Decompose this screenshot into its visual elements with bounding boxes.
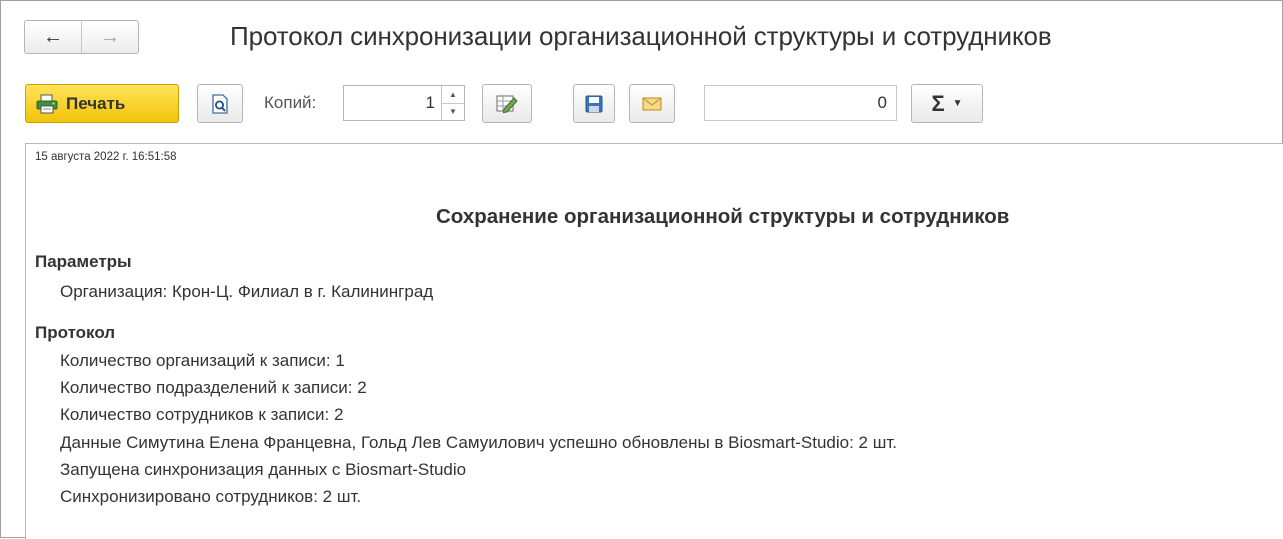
report-date: 15 августа 2022 г. 16:51:58 (35, 151, 177, 163)
protocol-line: Запущена синхронизация данных с Biosmart… (60, 460, 467, 479)
protocol-line: Количество подразделений к записи: 2 (60, 378, 367, 397)
parameters-section-title: Параметры (35, 252, 132, 271)
sum-button[interactable]: Σ ▼ (911, 84, 983, 123)
report-heading: Сохранение организационной структуры и с… (436, 205, 1010, 228)
print-label: Печать (66, 93, 126, 113)
printer-icon (36, 94, 58, 114)
preview-button[interactable] (197, 84, 243, 123)
protocol-line: Синхронизировано сотрудников: 2 шт. (60, 487, 362, 506)
sum-field[interactable]: 0 (704, 85, 897, 121)
spin-down-button[interactable]: ▼ (442, 104, 464, 121)
protocol-section-title: Протокол (35, 323, 116, 342)
spin-up-button[interactable]: ▲ (442, 86, 464, 104)
back-button[interactable]: ← (25, 21, 82, 53)
copies-spinner: ▲ ▼ (441, 86, 464, 120)
preview-magnifier-icon (211, 93, 229, 114)
protocol-line: Количество сотрудников к записи: 2 (60, 405, 344, 424)
report-document[interactable]: 15 августа 2022 г. 16:51:58 Сохранение о… (25, 143, 1283, 539)
floppy-disk-icon (585, 95, 603, 113)
edit-button[interactable] (482, 84, 532, 123)
copies-label: Копий: (264, 93, 317, 112)
email-button[interactable] (629, 84, 675, 123)
sigma-icon: Σ (931, 90, 945, 116)
parameter-line: Организация: Крон-Ц. Филиал в г. Калинин… (60, 282, 434, 301)
chevron-down-icon: ▼ (952, 98, 963, 109)
protocol-line: Данные Симутина Елена Францевна, Гольд Л… (60, 433, 897, 452)
print-button[interactable]: Печать (25, 84, 179, 123)
arrow-left-icon: ← (43, 26, 63, 48)
copies-value[interactable]: 1 (344, 86, 441, 120)
window-title: Протокол синхронизации организационной с… (230, 21, 1052, 51)
navigation-group: ← → (24, 20, 139, 54)
edit-table-icon (496, 94, 518, 114)
protocol-line: Количество организаций к записи: 1 (60, 351, 345, 370)
envelope-icon (642, 96, 662, 112)
save-button[interactable] (573, 84, 615, 123)
report-window: ← → Протокол синхронизации организационн… (0, 0, 1283, 539)
arrow-right-icon: → (100, 26, 120, 48)
copies-field[interactable]: 1 ▲ ▼ (343, 85, 465, 121)
forward-button[interactable]: → (82, 21, 138, 53)
